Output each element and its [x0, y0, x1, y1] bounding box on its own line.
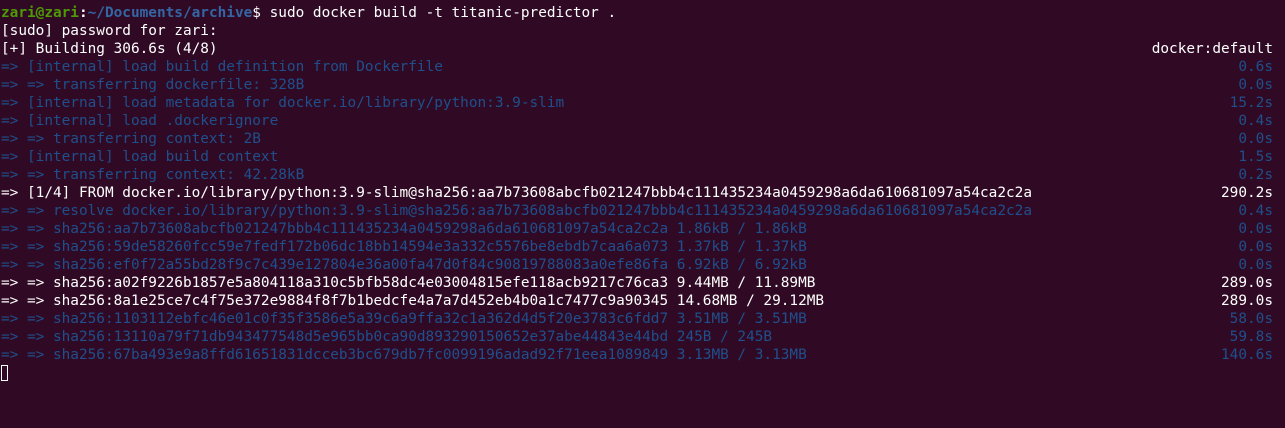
- log-text: => => sha256:1103112ebfc46e01c0f35f3586e…: [1, 311, 807, 327]
- log-line: => => sha256:a02f9226b1857e5a804118a310c…: [1, 274, 1273, 292]
- builder-name: docker:default: [1151, 41, 1273, 57]
- log-line: => => sha256:13110a79f71db943477548d5e96…: [1, 328, 1273, 346]
- log-text: => => transferring context: 42.28kB: [1, 167, 305, 183]
- terminal-cursor[interactable]: [1, 365, 8, 381]
- log-line: => => sha256:1103112ebfc46e01c0f35f3586e…: [1, 310, 1273, 328]
- log-text: => [internal] load build context: [1, 149, 279, 165]
- log-line: => [internal] load metadata for docker.i…: [1, 94, 1273, 112]
- prompt-line: zari@zari:~/Documents/archive$ sudo dock…: [1, 4, 1273, 22]
- log-time: 140.6s: [1221, 347, 1273, 363]
- log-text: => [internal] load build definition from…: [1, 59, 443, 75]
- sudo-prompt-text: [sudo] password for zari:: [1, 23, 218, 39]
- log-line: => [1/4] FROM docker.io/library/python:3…: [1, 184, 1273, 202]
- log-line: => [internal] load build context 1.5s: [1, 148, 1273, 166]
- log-time: 0.0s: [1238, 131, 1273, 147]
- log-time: 0.0s: [1238, 239, 1273, 255]
- log-time: 0.4s: [1238, 203, 1273, 219]
- log-time: 290.2s: [1221, 185, 1273, 201]
- log-text: => => transferring context: 2B: [1, 131, 261, 147]
- log-text: => [internal] load .dockerignore: [1, 113, 279, 129]
- log-time: 0.0s: [1238, 221, 1273, 237]
- command-text: sudo docker build -t titanic-predictor .: [260, 5, 617, 21]
- prompt: zari@zari:~/Documents/archive$ sudo dock…: [1, 4, 616, 22]
- log-text: => => transferring dockerfile: 328B: [1, 77, 305, 93]
- log-time: 289.0s: [1221, 293, 1273, 309]
- prompt-user-host: zari@zari: [1, 5, 79, 21]
- building-line: [+] Building 306.6s (4/8) docker:default: [1, 40, 1273, 58]
- log-line: => => resolve docker.io/library/python:3…: [1, 202, 1273, 220]
- log-line: => => transferring dockerfile: 328B 0.0s: [1, 76, 1273, 94]
- log-text: => => sha256:59de58260fcc59e7fedf172b06d…: [1, 239, 807, 255]
- log-text: => [1/4] FROM docker.io/library/python:3…: [1, 185, 1033, 201]
- log-time: 0.4s: [1238, 113, 1273, 129]
- log-time: 15.2s: [1229, 95, 1273, 111]
- building-status: [+] Building 306.6s (4/8): [1, 41, 218, 57]
- log-line: => => sha256:ef0f72a55bd28f9c7c439e12780…: [1, 256, 1273, 274]
- build-log: => [internal] load build definition from…: [1, 58, 1273, 364]
- log-line: => [internal] load build definition from…: [1, 58, 1273, 76]
- log-text: => => sha256:13110a79f71db943477548d5e96…: [1, 329, 773, 345]
- log-text: => => sha256:aa7b73608abcfb021247bbb4c11…: [1, 221, 807, 237]
- log-line: => => transferring context: 42.28kB 0.2s: [1, 166, 1273, 184]
- sudo-line: [sudo] password for zari:: [1, 22, 1273, 40]
- log-time: 289.0s: [1221, 275, 1273, 291]
- log-line: => => transferring context: 2B 0.0s: [1, 130, 1273, 148]
- log-time: 0.0s: [1238, 257, 1273, 273]
- log-time: 59.8s: [1229, 329, 1273, 345]
- log-line: => => sha256:67ba493e9a8ffd61651831dcceb…: [1, 346, 1273, 364]
- log-text: => => resolve docker.io/library/python:3…: [1, 203, 1033, 219]
- log-text: => [internal] load metadata for docker.i…: [1, 95, 565, 111]
- log-text: => => sha256:ef0f72a55bd28f9c7c439e12780…: [1, 257, 807, 273]
- log-time: 1.5s: [1238, 149, 1273, 165]
- log-time: 0.6s: [1238, 59, 1273, 75]
- log-time: 0.0s: [1238, 77, 1273, 93]
- terminal-window[interactable]: zari@zari:~/Documents/archive$ sudo dock…: [0, 0, 1285, 428]
- log-line: => => sha256:aa7b73608abcfb021247bbb4c11…: [1, 220, 1273, 238]
- log-line: => => sha256:59de58260fcc59e7fedf172b06d…: [1, 238, 1273, 256]
- log-line: => => sha256:8a1e25ce7c4f75e372e9884f8f7…: [1, 292, 1273, 310]
- log-text: => => sha256:a02f9226b1857e5a804118a310c…: [1, 275, 816, 291]
- prompt-path: ~/Documents/archive: [87, 5, 253, 21]
- log-text: => => sha256:67ba493e9a8ffd61651831dcceb…: [1, 347, 807, 363]
- prompt-symbol: $: [252, 5, 261, 21]
- cursor-line: [1, 364, 1273, 382]
- log-text: => => sha256:8a1e25ce7c4f75e372e9884f8f7…: [1, 293, 825, 309]
- prompt-colon: :: [78, 5, 88, 21]
- log-time: 58.0s: [1229, 311, 1273, 327]
- log-line: => [internal] load .dockerignore 0.4s: [1, 112, 1273, 130]
- log-time: 0.2s: [1238, 167, 1273, 183]
